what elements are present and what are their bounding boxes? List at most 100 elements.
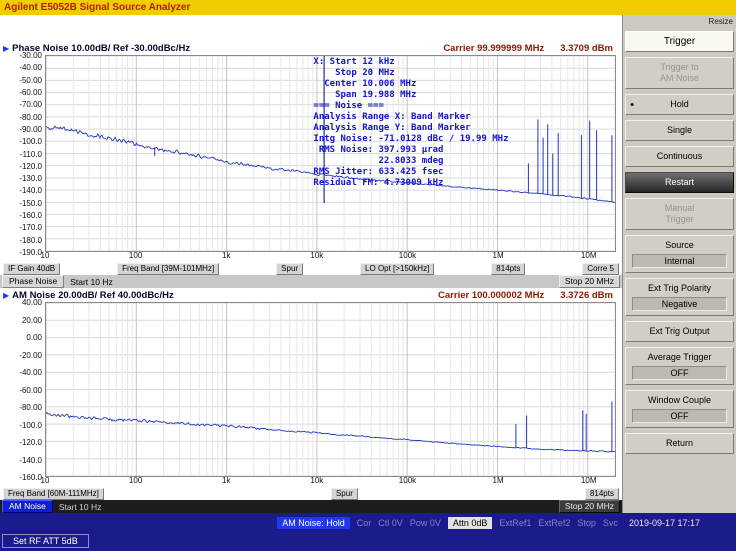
selected-bullet-icon: ● — [630, 101, 635, 108]
y-tick-label: -150.0 — [19, 198, 42, 208]
phase-y-axis: -30.00 -40.00 -50.00 -60.00 -70.00 -80.00 -90.… — [0, 51, 45, 257]
indicator-lo-opt-150khz[interactable]: LO Opt [>150kHz] — [360, 262, 435, 275]
main-display: ▶ Phase Noise 10.00dB/ Ref -30.00dBc/Hz … — [0, 15, 622, 513]
y-tick-label: -20.00 — [19, 350, 42, 360]
am-carrier-frequency: Carrier 100.000002 MHz — [438, 289, 545, 301]
am-carrier-power: 3.3726 dBm — [560, 289, 613, 301]
y-tick-label: 0.00 — [26, 333, 42, 342]
x-tick-label: 10M — [580, 476, 597, 485]
softkey-label: Hold — [670, 99, 689, 109]
indicator-spur[interactable]: Spur — [330, 487, 358, 500]
indicator-freq-band-60m-111mhz[interactable]: Freq Band [60M-111MHz] — [3, 487, 104, 500]
y-tick-label: -40.00 — [19, 368, 42, 377]
restart-softkey[interactable]: Restart — [625, 172, 734, 193]
y-tick-label: -120.0 — [19, 161, 42, 171]
x-tick-label: 100k — [398, 251, 417, 260]
indicator-freq-band-39m-101mhz[interactable]: Freq Band [39M-101MHz] — [117, 262, 220, 275]
y-tick-label: -180.0 — [19, 235, 42, 245]
y-tick-label: -40.00 — [19, 63, 42, 73]
softkey-label: Ext Trig Output — [649, 326, 710, 336]
expand-marker-icon: ▶ — [3, 290, 10, 300]
phase-carrier-frequency: Carrier 99.999999 MHz — [443, 42, 545, 54]
y-tick-label: 20.00 — [21, 315, 42, 325]
y-tick-label: -80.00 — [19, 403, 42, 412]
single-softkey[interactable]: Single — [625, 120, 734, 141]
trigger-to-softkey: Trigger to AM Noise — [625, 57, 734, 89]
softkey-label: Average Trigger — [647, 352, 712, 362]
softkey-value: OFF — [632, 409, 727, 423]
y-tick-label: -130.0 — [19, 174, 42, 184]
y-tick-label: 40.00 — [21, 298, 42, 307]
phase-noise-chart[interactable]: X: Start 12 kHz Stop 20 MHz Center 10.00… — [45, 55, 616, 252]
softkey-label: Manual Trigger — [664, 203, 695, 224]
y-tick-label: -140.0 — [19, 186, 42, 196]
am-chart-row: 40.00 20.00 0.00 -20.00 -40.00 -60.00 -80.00 -1… — [0, 298, 622, 482]
softkey-menu: Resize Trigger Trigger to AM Noise ● Hold S… — [622, 15, 736, 513]
phase-x-axis: 10 100 1k 10k 100k 1M 10M — [41, 251, 616, 262]
status-extref2: ExtRef2 — [538, 518, 571, 528]
ext-trig-polarity-softkey[interactable]: Ext Trig Polarity Negative — [625, 278, 734, 316]
x-tick-label: 1k — [222, 476, 231, 485]
phase-status-row: Phase Noise Start 10 Hz Stop 20 MHz — [0, 275, 622, 288]
y-tick-label: -60.00 — [19, 385, 42, 395]
datetime-display: 2019-09-17 17:17 — [628, 518, 700, 528]
am-panel-header: ▶ AM Noise 20.00dB/ Ref 40.00dBc/Hz Carr… — [0, 288, 622, 302]
hold-softkey[interactable]: ● Hold — [625, 94, 734, 115]
softkey-label: Trigger to AM Noise — [659, 62, 699, 83]
status-attn-0db: Attn 0dB — [447, 517, 493, 529]
softkey-value: Negative — [632, 297, 727, 311]
softkey-label: Single — [666, 125, 693, 135]
am-y-axis: 40.00 20.00 0.00 -20.00 -40.00 -60.00 -80.00 -1… — [0, 298, 45, 482]
softkey-value: Internal — [632, 254, 727, 268]
y-tick-label: -120.0 — [19, 438, 42, 447]
am-setup-toolbar: Freq Band [60M-111MHz] Spur 814pts — [0, 487, 622, 500]
phase-trace-button[interactable]: Phase Noise — [2, 275, 65, 288]
app-window: Agilent E5052B Signal Source Analyzer ▶ … — [0, 0, 736, 551]
x-tick-label: 100k — [398, 476, 417, 485]
am-trace-button[interactable]: AM Noise — [2, 500, 53, 513]
softkey-list: Trigger to AM Noise ● Hold Single Continuous… — [623, 57, 736, 454]
average-trigger-softkey[interactable]: Average Trigger OFF — [625, 347, 734, 385]
indicator-corre-5[interactable]: Corre 5 — [582, 262, 619, 275]
window-couple-softkey[interactable]: Window Couple OFF — [625, 390, 734, 428]
status-am-noise-hold: AM Noise: Hold — [277, 517, 350, 529]
y-tick-label: -190.0 — [19, 248, 42, 257]
continuous-softkey[interactable]: Continuous — [625, 146, 734, 167]
y-tick-label: -80.00 — [19, 112, 42, 122]
x-tick-label: 10 — [40, 476, 50, 485]
softkey-label: Source — [665, 240, 694, 250]
x-tick-label: 10k — [310, 476, 324, 485]
phase-noise-readout: X: Start 12 kHz Stop 20 MHz Center 10.00… — [313, 57, 509, 188]
softkey-label: Continuous — [656, 151, 703, 161]
status-svc: Svc — [602, 518, 618, 528]
status-cor: Cor — [356, 518, 372, 528]
y-tick-label: -60.00 — [19, 87, 42, 97]
display-top-margin — [0, 15, 622, 41]
resize-button[interactable]: Resize — [709, 17, 733, 26]
x-tick-label: 10 — [40, 251, 50, 260]
ext-trig-output-softkey[interactable]: Ext Trig Output — [625, 321, 734, 342]
am-stop-frequency[interactable]: Stop 20 MHz — [558, 500, 620, 513]
x-tick-label: 100 — [128, 476, 143, 485]
expand-marker-icon: ▶ — [3, 43, 10, 53]
am-x-axis: 10 100 1k 10k 100k 1M 10M — [41, 476, 616, 487]
y-tick-label: -140.0 — [19, 455, 42, 465]
indicator-spur[interactable]: Spur — [276, 262, 304, 275]
y-tick-label: -100.0 — [19, 420, 42, 430]
indicator-if-gain-40db[interactable]: IF Gain 40dB — [3, 262, 61, 275]
phase-stop-frequency[interactable]: Stop 20 MHz — [558, 275, 620, 288]
status-extref1: ExtRef1 — [499, 518, 532, 528]
y-tick-label: -100.0 — [19, 137, 42, 147]
am-noise-chart[interactable] — [45, 302, 616, 477]
x-tick-label: 10M — [580, 251, 597, 260]
softkey-value: OFF — [632, 366, 727, 380]
indicator-814pts[interactable]: 814pts — [584, 487, 619, 500]
source-softkey[interactable]: Source Internal — [625, 235, 734, 273]
phase-setup-toolbar: IF Gain 40dB Freq Band [39M-101MHz] Spur LO… — [0, 262, 622, 275]
return-softkey[interactable]: Return — [625, 433, 734, 454]
softkey-label: Return — [665, 438, 693, 448]
indicator-814pts[interactable]: 814pts — [491, 262, 526, 275]
phase-chart-row: -30.00 -40.00 -50.00 -60.00 -70.00 -80.00 -90.… — [0, 51, 622, 257]
title-bar: Agilent E5052B Signal Source Analyzer — [0, 0, 736, 15]
x-tick-label: 1M — [492, 476, 504, 485]
